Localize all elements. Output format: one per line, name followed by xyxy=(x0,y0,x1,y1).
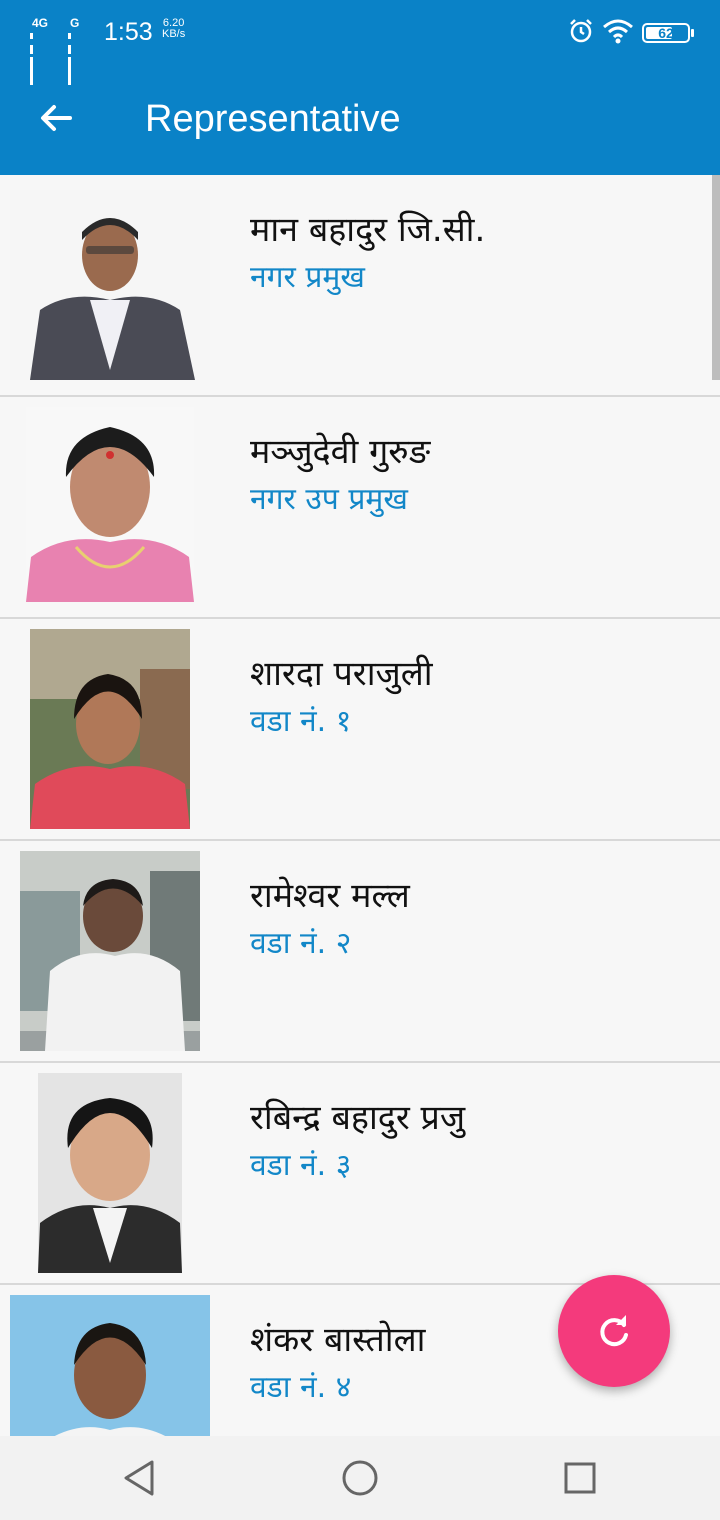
avatar xyxy=(10,1295,210,1436)
app-bar: Representative xyxy=(0,66,720,175)
nav-recents-button[interactable] xyxy=(558,1456,602,1500)
home-circle-icon xyxy=(342,1460,378,1496)
avatar xyxy=(30,629,190,829)
wifi-icon xyxy=(602,18,634,48)
back-button[interactable] xyxy=(28,90,84,146)
nav-home-button[interactable] xyxy=(338,1456,382,1500)
refresh-button[interactable] xyxy=(558,1275,670,1387)
net-speed-unit: KB/s xyxy=(162,28,186,40)
alarm-icon xyxy=(568,18,594,48)
back-triangle-icon xyxy=(124,1460,154,1496)
representative-name: रामेश्वर मल्ल xyxy=(250,876,410,916)
list-item[interactable]: मञ्जुदेवी गुरुङ नगर उप प्रमुख xyxy=(0,397,720,619)
representative-role: नगर प्रमुख xyxy=(250,260,365,295)
list-item[interactable]: मान बहादुर जि.सी. नगर प्रमुख xyxy=(0,175,720,397)
list-item[interactable]: रबिन्द्र बहादुर प्रजु वडा नं. ३ xyxy=(0,1063,720,1285)
avatar xyxy=(26,407,194,602)
refresh-icon xyxy=(600,1315,628,1347)
recents-square-icon xyxy=(564,1462,596,1494)
representative-role: वडा नं. २ xyxy=(250,926,352,961)
top-header: 4G G 1:53 6.20 KB/s 62 Representative xyxy=(0,0,720,175)
avatar xyxy=(20,851,200,1051)
representative-role: वडा नं. १ xyxy=(250,704,352,739)
representative-role: वडा नं. ४ xyxy=(250,1370,352,1405)
avatar xyxy=(10,190,210,380)
list-item[interactable]: रामेश्वर मल्ल वडा नं. २ xyxy=(0,841,720,1063)
avatar xyxy=(38,1073,182,1273)
battery-icon: 62 xyxy=(642,23,694,43)
battery-level: 62 xyxy=(658,25,674,41)
representative-list[interactable]: मान बहादुर जि.सी. नगर प्रमुख मञ्जुदेवी ग… xyxy=(0,175,720,1436)
scrollbar[interactable] xyxy=(712,175,720,380)
representative-role: नगर उप प्रमुख xyxy=(250,482,408,517)
list-item[interactable]: शारदा पराजुली वडा नं. १ xyxy=(0,619,720,841)
status-bar: 4G G 1:53 6.20 KB/s 62 xyxy=(0,0,720,85)
system-nav-bar xyxy=(0,1436,720,1520)
clock: 1:53 xyxy=(104,18,153,46)
representative-name: मञ्जुदेवी गुरुङ xyxy=(250,432,431,472)
nav-back-button[interactable] xyxy=(116,1456,160,1500)
representative-name: शंकर बास्तोला xyxy=(250,1320,426,1360)
page-title: Representative xyxy=(145,98,401,140)
representative-role: वडा नं. ३ xyxy=(250,1148,352,1183)
representative-name: शारदा पराजुली xyxy=(250,654,433,694)
representative-name: मान बहादुर जि.सी. xyxy=(250,210,486,250)
representative-name: रबिन्द्र बहादुर प्रजु xyxy=(250,1098,466,1138)
status-icons: 62 xyxy=(568,18,694,48)
net-speed: 6.20 KB/s xyxy=(162,18,185,40)
arrow-back-icon xyxy=(41,105,72,131)
